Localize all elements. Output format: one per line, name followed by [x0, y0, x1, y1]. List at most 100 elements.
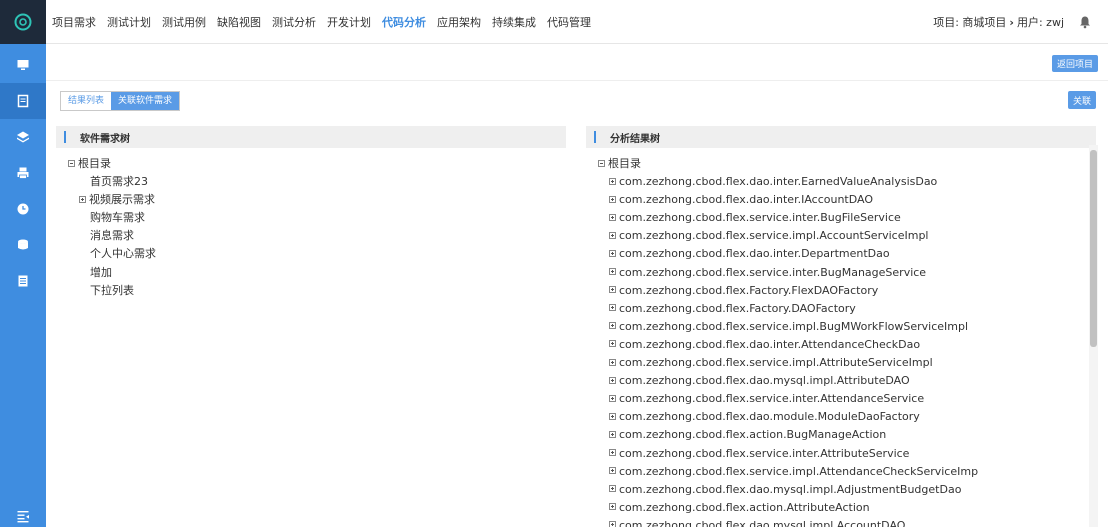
tree-node[interactable]: com.zezhong.cbod.flex.service.impl.Accou… [598, 227, 1086, 245]
tree-node-label: com.zezhong.cbod.flex.action.AttributeAc… [619, 500, 870, 514]
tree-node[interactable]: 首页需求23 [68, 173, 156, 191]
tree-node-label: com.zezhong.cbod.flex.service.impl.BugMW… [619, 319, 969, 333]
expand-icon[interactable] [609, 394, 616, 402]
rail-item-clock[interactable] [0, 191, 46, 227]
expand-icon[interactable] [609, 485, 616, 493]
tree-node[interactable]: 购物车需求 [68, 209, 156, 227]
expand-icon[interactable] [609, 521, 616, 527]
nav-item-code-management[interactable]: 代码管理 [547, 14, 591, 30]
tree-node[interactable]: 个人中心需求 [68, 245, 156, 263]
tree-node[interactable]: com.zezhong.cbod.flex.dao.inter.Attendan… [598, 336, 1086, 354]
tree-node-label: com.zezhong.cbod.flex.service.inter.Atte… [619, 392, 925, 406]
right-panel-header: 分析结果树 [586, 126, 1096, 148]
collapse-icon[interactable] [68, 159, 75, 167]
tree-node[interactable]: com.zezhong.cbod.flex.service.inter.BugM… [598, 264, 1086, 282]
tree-node[interactable]: 消息需求 [68, 227, 156, 245]
right-panel-title: 分析结果树 [610, 133, 660, 145]
tree-node[interactable]: com.zezhong.cbod.flex.dao.mysql.impl.Att… [598, 372, 1086, 390]
bell-icon[interactable] [1078, 15, 1092, 29]
expand-icon[interactable] [609, 195, 616, 203]
expand-icon[interactable] [609, 322, 616, 330]
expand-icon[interactable] [609, 213, 616, 221]
tree-node[interactable]: com.zezhong.cbod.flex.service.inter.Atte… [598, 390, 1086, 408]
tree-node[interactable]: com.zezhong.cbod.flex.dao.module.ModuleD… [598, 408, 1086, 426]
nav-item-ci[interactable]: 持续集成 [492, 14, 536, 30]
tree-node[interactable]: com.zezhong.cbod.flex.dao.mysql.impl.Acc… [598, 517, 1086, 527]
link-button[interactable]: 关联 [1068, 91, 1096, 109]
tree-node-label: 下拉列表 [90, 283, 134, 297]
expand-icon[interactable] [79, 195, 86, 203]
expand-icon[interactable] [609, 449, 616, 456]
return-project-button[interactable]: 返回项目 [1052, 55, 1098, 72]
nav-item-app-architecture[interactable]: 应用架构 [437, 14, 481, 30]
nav-item-test-plan[interactable]: 测试计划 [107, 14, 151, 30]
expand-icon[interactable] [609, 268, 616, 276]
tree-node[interactable]: com.zezhong.cbod.flex.service.impl.Atten… [598, 463, 1086, 481]
tree-node[interactable]: com.zezhong.cbod.flex.dao.inter.EarnedVa… [598, 173, 1086, 191]
analysis-result-tree: 根目录 com.zezhong.cbod.flex.dao.inter.Earn… [598, 155, 1086, 527]
project-label[interactable]: 项目: 商城项目 [933, 14, 1006, 30]
top-navigation: 项目需求 测试计划 测试用例 缺陷视图 测试分析 开发计划 代码分析 应用架构 … [46, 0, 1108, 44]
expand-icon[interactable] [609, 286, 616, 294]
rail-item-printer[interactable] [0, 155, 46, 191]
tree-node-label: com.zezhong.cbod.flex.service.inter.BugM… [619, 265, 927, 279]
app-logo[interactable] [0, 0, 46, 44]
tree-node[interactable]: com.zezhong.cbod.flex.dao.inter.Departme… [598, 245, 1086, 263]
expand-icon[interactable] [609, 304, 616, 312]
printer-icon [17, 167, 29, 179]
tree-node-label: com.zezhong.cbod.flex.service.impl.Attri… [619, 356, 933, 370]
rail-collapse-toggle[interactable] [0, 498, 46, 527]
header-accent-bar [594, 131, 596, 143]
expand-icon[interactable] [609, 503, 616, 511]
app-root: 项目需求 测试计划 测试用例 缺陷视图 测试分析 开发计划 代码分析 应用架构 … [0, 0, 1108, 527]
expand-icon[interactable] [609, 412, 616, 420]
nav-item-test-cases[interactable]: 测试用例 [162, 14, 206, 30]
tree-node[interactable]: com.zezhong.cbod.flex.service.impl.BugMW… [598, 318, 1086, 336]
collapse-icon[interactable] [598, 159, 605, 167]
tree-node[interactable]: com.zezhong.cbod.flex.action.BugManageAc… [598, 426, 1086, 444]
expand-icon[interactable] [609, 376, 616, 384]
tree-node-label: 视频展示需求 [89, 193, 155, 207]
nav-item-test-analysis[interactable]: 测试分析 [272, 14, 316, 30]
tree-node[interactable]: 视频展示需求 [68, 191, 156, 209]
nav-item-dev-plan[interactable]: 开发计划 [327, 14, 371, 30]
nav-item-defect-view[interactable]: 缺陷视图 [217, 14, 261, 30]
expand-icon[interactable] [609, 430, 616, 438]
tree-node[interactable]: com.zezhong.cbod.flex.service.inter.BugF… [598, 209, 1086, 227]
tree-node[interactable]: com.zezhong.cbod.flex.dao.mysql.impl.Adj… [598, 481, 1086, 499]
tree-root[interactable]: 根目录 [598, 155, 1086, 173]
tree-node[interactable]: com.zezhong.cbod.flex.service.inter.Attr… [598, 445, 1086, 463]
tab-linked-requirements[interactable]: 关联软件需求 [111, 92, 180, 110]
rail-item-list[interactable] [0, 263, 46, 299]
rail-item-monitor[interactable] [0, 47, 46, 83]
tree-root[interactable]: 根目录 [68, 155, 156, 173]
nav-item-code-analysis[interactable]: 代码分析 [382, 14, 426, 30]
user-label[interactable]: 用户: zwj [1017, 14, 1064, 30]
expand-icon[interactable] [609, 467, 616, 475]
tree-root-label: 根目录 [78, 157, 111, 170]
expand-icon[interactable] [609, 231, 616, 239]
tree-node-label: com.zezhong.cbod.flex.action.BugManageAc… [619, 428, 887, 442]
rail-item-database[interactable] [0, 227, 46, 263]
tree-node[interactable]: 增加 [68, 264, 156, 282]
tree-node-label: 消息需求 [90, 229, 134, 243]
tree-node[interactable]: 下拉列表 [68, 282, 156, 300]
nav-item-requirements[interactable]: 项目需求 [52, 14, 96, 30]
tab-result-list[interactable]: 结果列表 [61, 92, 112, 110]
expand-icon[interactable] [609, 249, 616, 257]
expand-icon[interactable] [609, 358, 616, 366]
tree-node[interactable]: com.zezhong.cbod.flex.action.AttributeAc… [598, 499, 1086, 517]
tree-node[interactable]: com.zezhong.cbod.flex.service.impl.Attri… [598, 354, 1086, 372]
scrollbar-thumb[interactable] [1090, 150, 1097, 347]
tree-node-label: com.zezhong.cbod.flex.service.inter.BugF… [619, 211, 901, 225]
rail-item-layers[interactable] [0, 119, 46, 155]
tree-node-label: com.zezhong.cbod.flex.dao.inter.Attendan… [619, 337, 921, 351]
tree-node[interactable]: com.zezhong.cbod.flex.Factory.FlexDAOFac… [598, 282, 1086, 300]
logo-icon [14, 13, 32, 31]
tree-node-label: com.zezhong.cbod.flex.dao.mysql.impl.Att… [619, 374, 910, 388]
expand-icon[interactable] [609, 177, 616, 185]
tree-node[interactable]: com.zezhong.cbod.flex.dao.inter.IAccount… [598, 191, 1086, 209]
rail-item-document[interactable] [0, 83, 46, 119]
expand-icon[interactable] [609, 340, 616, 348]
tree-node[interactable]: com.zezhong.cbod.flex.Factory.DAOFactory [598, 300, 1086, 318]
